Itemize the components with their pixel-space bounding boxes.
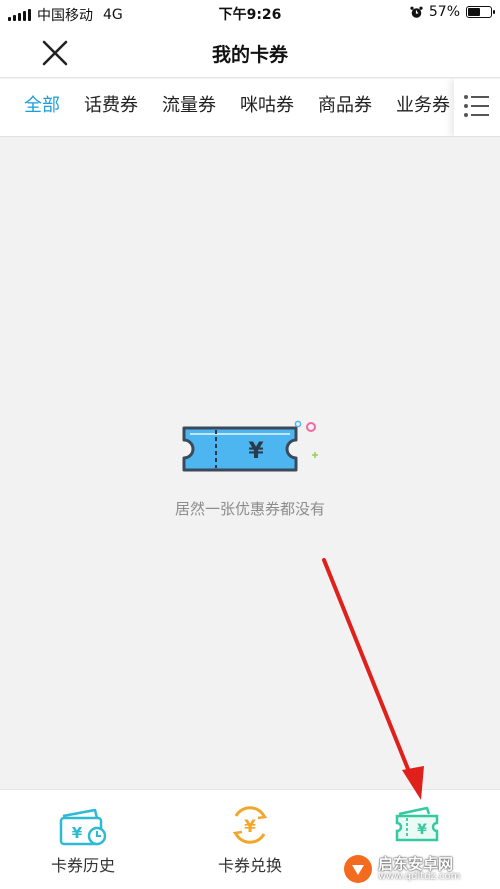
currency-symbol: ¥ [248, 439, 264, 464]
tab-data[interactable]: 流量券 [162, 79, 216, 136]
coupon-wallet-icon: ¥ [395, 806, 439, 842]
tab-service[interactable]: 业务券 [396, 79, 450, 136]
svg-text:¥: ¥ [417, 822, 427, 838]
list-menu-icon [464, 95, 489, 117]
battery-fill [468, 8, 480, 16]
tab-goods[interactable]: 商品券 [318, 79, 372, 136]
svg-text:¥: ¥ [244, 817, 256, 837]
tab-all[interactable]: 全部 [24, 79, 60, 136]
coupon-exchange-icon: ¥ [232, 806, 268, 844]
battery-percent: 57% [428, 4, 460, 20]
nav-bar: 我的卡券 [0, 26, 500, 78]
status-right: 57% [410, 4, 495, 20]
coupon-history-icon: ¥ [59, 808, 107, 846]
bottom-label-coupon-exchange: 卡券兑换 [217, 856, 282, 875]
bottom-label-coupon-history: 卡券历史 [50, 856, 115, 875]
alarm-clock-icon [410, 6, 423, 18]
category-tabs: 全部 话费券 流量券 咪咕券 商品券 业务券 [0, 79, 500, 137]
tab-migu[interactable]: 咪咕券 [240, 79, 294, 136]
bottom-item-coupon-exchange[interactable]: ¥ 卡券兑换 [167, 790, 333, 889]
watermark: 启东安卓网 www.qdltdz.com [342, 853, 492, 885]
page-title: 我的卡券 [211, 44, 288, 66]
bottom-item-coupon-history[interactable]: ¥ 卡券历史 [0, 790, 166, 889]
coupon-ticket-icon: ¥ [182, 420, 318, 472]
tab-phone-credit[interactable]: 话费券 [84, 79, 138, 136]
watermark-url: www.qdltdz.com [378, 871, 461, 882]
watermark-logo-icon [344, 855, 372, 883]
status-bar: 中国移动 4G 下午9:26 57% [0, 0, 500, 26]
empty-message: 居然一张优惠券都没有 [174, 500, 325, 518]
svg-text:¥: ¥ [72, 824, 83, 842]
battery-icon [466, 6, 495, 18]
tabs-scroll[interactable]: 全部 话费券 流量券 咪咕券 商品券 业务券 [0, 79, 455, 136]
tabs-menu-button[interactable] [454, 79, 500, 136]
